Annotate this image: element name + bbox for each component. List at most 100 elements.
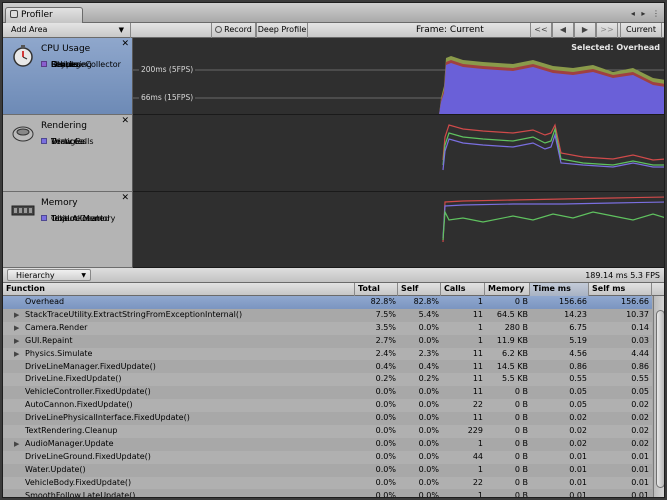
table-row[interactable]: ▶ AudioManager.Update 0.0% 0.0% 1 0 B 0.02 0.02	[3, 438, 652, 451]
dropdown-arrow-icon: ▼	[118, 26, 124, 34]
col-self[interactable]: Self	[398, 283, 441, 296]
memory-panel[interactable]: Memory ✕ Total Allocated Texture Memory …	[3, 192, 133, 268]
col-function[interactable]: Function	[3, 283, 355, 296]
table-row[interactable]: DriveLineGround.FixedUpdate() 0.0% 0.0% 44 0…	[3, 450, 652, 464]
profiler-window: Profiler ◂ ▸ ⋮ Add Area ▼ Record Deep Pro…	[2, 2, 665, 498]
cell-selfms: 0.02	[631, 426, 649, 435]
cell-selfms: 4.44	[631, 348, 649, 358]
memory-graph[interactable]	[133, 192, 664, 268]
next-frame-button[interactable]: ▶	[574, 23, 596, 38]
toolbar: Add Area ▼ Record Deep Profile Frame: Cur…	[3, 23, 664, 38]
memory-icon	[11, 205, 35, 216]
cell-total: 0.0%	[375, 464, 396, 474]
table-row[interactable]: TextRendering.Cleanup 0.0% 0.0% 229 0 B 0.02 0…	[3, 425, 652, 438]
table-row[interactable]: VehicleController.FixedUpdate() 0.0% 0.0% 1…	[3, 386, 652, 399]
cell-time: 4.56	[569, 348, 587, 358]
col-total[interactable]: Total	[355, 283, 398, 296]
table-row[interactable]: SmoothFollow.LateUpdate() 0.0% 0.0% 1 0 B 0.0…	[3, 490, 652, 498]
col-calls[interactable]: Calls	[441, 283, 485, 296]
cell-time: 0.05	[569, 400, 587, 410]
prev-frame-button[interactable]: ◀	[552, 23, 574, 38]
col-memory[interactable]: Memory	[485, 283, 530, 296]
cell-selfms: 0.55	[631, 374, 649, 384]
record-button[interactable]: Record	[211, 23, 256, 38]
rendering-panel[interactable]: Rendering ✕ Draw Calls Triangles Vertice…	[3, 115, 133, 192]
function-name: SmoothFollow.LateUpdate()	[25, 490, 136, 498]
function-name: Camera.Render	[25, 322, 88, 332]
profiler-tab-icon	[10, 10, 18, 18]
cpu-graph[interactable]: 200ms (5FPS) 66ms (15FPS) Selected: Over…	[133, 38, 664, 115]
table-row[interactable]: DriveLinePhysicalInterface.FixedUpdate()…	[3, 412, 652, 425]
cell-time: 5.19	[569, 335, 587, 345]
cell-calls: 11	[472, 387, 483, 397]
cell-total: 0.2%	[375, 374, 396, 384]
selected-sample-label: Selected: Overhead	[571, 43, 660, 52]
function-name: Physics.Simulate	[25, 348, 93, 358]
table-row[interactable]: ▶ GUI.Repaint 2.7% 0.0% 1 11.9 KB 5.19 0.03	[3, 335, 652, 348]
close-icon[interactable]: ✕	[121, 116, 129, 126]
table-row[interactable]: ▶ Physics.Simulate 2.4% 2.3% 11 6.2 KB 4.56 4.4…	[3, 347, 652, 361]
cell-time: 156.66	[559, 297, 587, 306]
legend-swatch	[41, 215, 47, 221]
function-name: GUI.Repaint	[25, 335, 73, 345]
table-row[interactable]: ▶ Camera.Render 3.5% 0.0% 1 280 B 6.75 0.14	[3, 321, 652, 335]
cell-total: 0.0%	[375, 490, 396, 498]
table-row[interactable]: DriveLine.FixedUpdate() 0.2% 0.2% 11 5.5 KB 0…	[3, 373, 652, 387]
add-area-label: Add Area	[11, 25, 48, 34]
expand-arrow-icon[interactable]: ▶	[14, 438, 19, 451]
tab-profiler[interactable]: Profiler	[5, 7, 83, 23]
add-area-dropdown[interactable]: Add Area ▼	[3, 23, 131, 38]
cell-self: 2.3%	[418, 348, 439, 358]
cell-mem: 0 B	[514, 297, 528, 306]
function-name: TextRendering.Cleanup	[25, 426, 118, 435]
record-icon	[215, 26, 223, 33]
cell-selfms: 0.01	[631, 477, 649, 487]
cell-mem: 0 B	[514, 451, 528, 461]
cell-selfms: 0.14	[631, 322, 649, 332]
expand-arrow-icon[interactable]: ▶	[14, 335, 19, 348]
last-frame-button[interactable]: >>	[596, 23, 618, 38]
legend-swatch	[41, 61, 47, 67]
window-controls-icon[interactable]: ◂ ▸ ⋮	[631, 9, 662, 18]
rendering-graph[interactable]	[133, 115, 664, 192]
legend-label: Others	[51, 60, 78, 69]
table-row[interactable]: Overhead 82.8% 82.8% 1 0 B 156.66 156.66	[3, 296, 652, 309]
cpu-usage-panel[interactable]: CPU Usage ✕ Rendering Scripts GarbageCol…	[3, 38, 133, 115]
cell-self: 0.0%	[418, 335, 439, 345]
hierarchy-bar: Hierarchy ▼ 189.14 ms 5.3 FPS	[3, 268, 664, 283]
legend-label: Object Count	[51, 214, 104, 223]
cell-calls: 11	[472, 361, 483, 371]
cell-calls: 1	[477, 464, 483, 474]
table-row[interactable]: AutoCannon.FixedUpdate() 0.0% 0.0% 22 0 B 0.0…	[3, 399, 652, 413]
cell-mem: 0 B	[514, 438, 528, 448]
cell-time: 0.01	[569, 490, 587, 498]
close-icon[interactable]: ✕	[121, 193, 129, 203]
current-frame-button[interactable]: Current	[620, 23, 662, 38]
expand-arrow-icon[interactable]: ▶	[14, 322, 19, 335]
expand-arrow-icon[interactable]: ▶	[14, 348, 19, 361]
cell-mem: 280 B	[504, 322, 528, 332]
vertical-scrollbar[interactable]	[653, 296, 664, 497]
stopwatch-icon	[13, 45, 33, 67]
first-frame-button[interactable]: <<	[530, 23, 552, 38]
cell-time: 0.02	[569, 413, 587, 423]
table-row[interactable]: DriveLineManager.FixedUpdate() 0.4% 0.4% 11…	[3, 361, 652, 374]
expand-arrow-icon[interactable]: ▶	[14, 309, 19, 322]
table-row[interactable]: Water.Update() 0.0% 0.0% 1 0 B 0.01 0.01	[3, 464, 652, 477]
scrollbar-thumb[interactable]	[656, 310, 664, 488]
table-row[interactable]: VehicleBody.FixedUpdate() 0.0% 0.0% 22 0 B 0.…	[3, 476, 652, 490]
hierarchy-label: Hierarchy	[16, 271, 55, 280]
cell-selfms: 0.01	[631, 464, 649, 474]
function-name: DriveLine.FixedUpdate()	[25, 374, 122, 384]
col-time-ms[interactable]: Time ms	[530, 283, 589, 296]
deep-profile-button[interactable]: Deep Profile	[256, 23, 308, 38]
table-row[interactable]: ▶ StackTraceUtility.ExtractStringFromExce…	[3, 309, 652, 322]
close-icon[interactable]: ✕	[121, 39, 129, 49]
hierarchy-dropdown[interactable]: Hierarchy ▼	[7, 269, 91, 281]
tab-title: Profiler	[21, 10, 53, 20]
cell-mem: 64.5 KB	[496, 309, 528, 319]
cell-selfms: 0.02	[631, 438, 649, 448]
frame-stats: 189.14 ms 5.3 FPS	[585, 271, 660, 280]
line-200ms-label: 200ms (5FPS)	[139, 65, 196, 74]
col-self-ms[interactable]: Self ms	[589, 283, 652, 296]
